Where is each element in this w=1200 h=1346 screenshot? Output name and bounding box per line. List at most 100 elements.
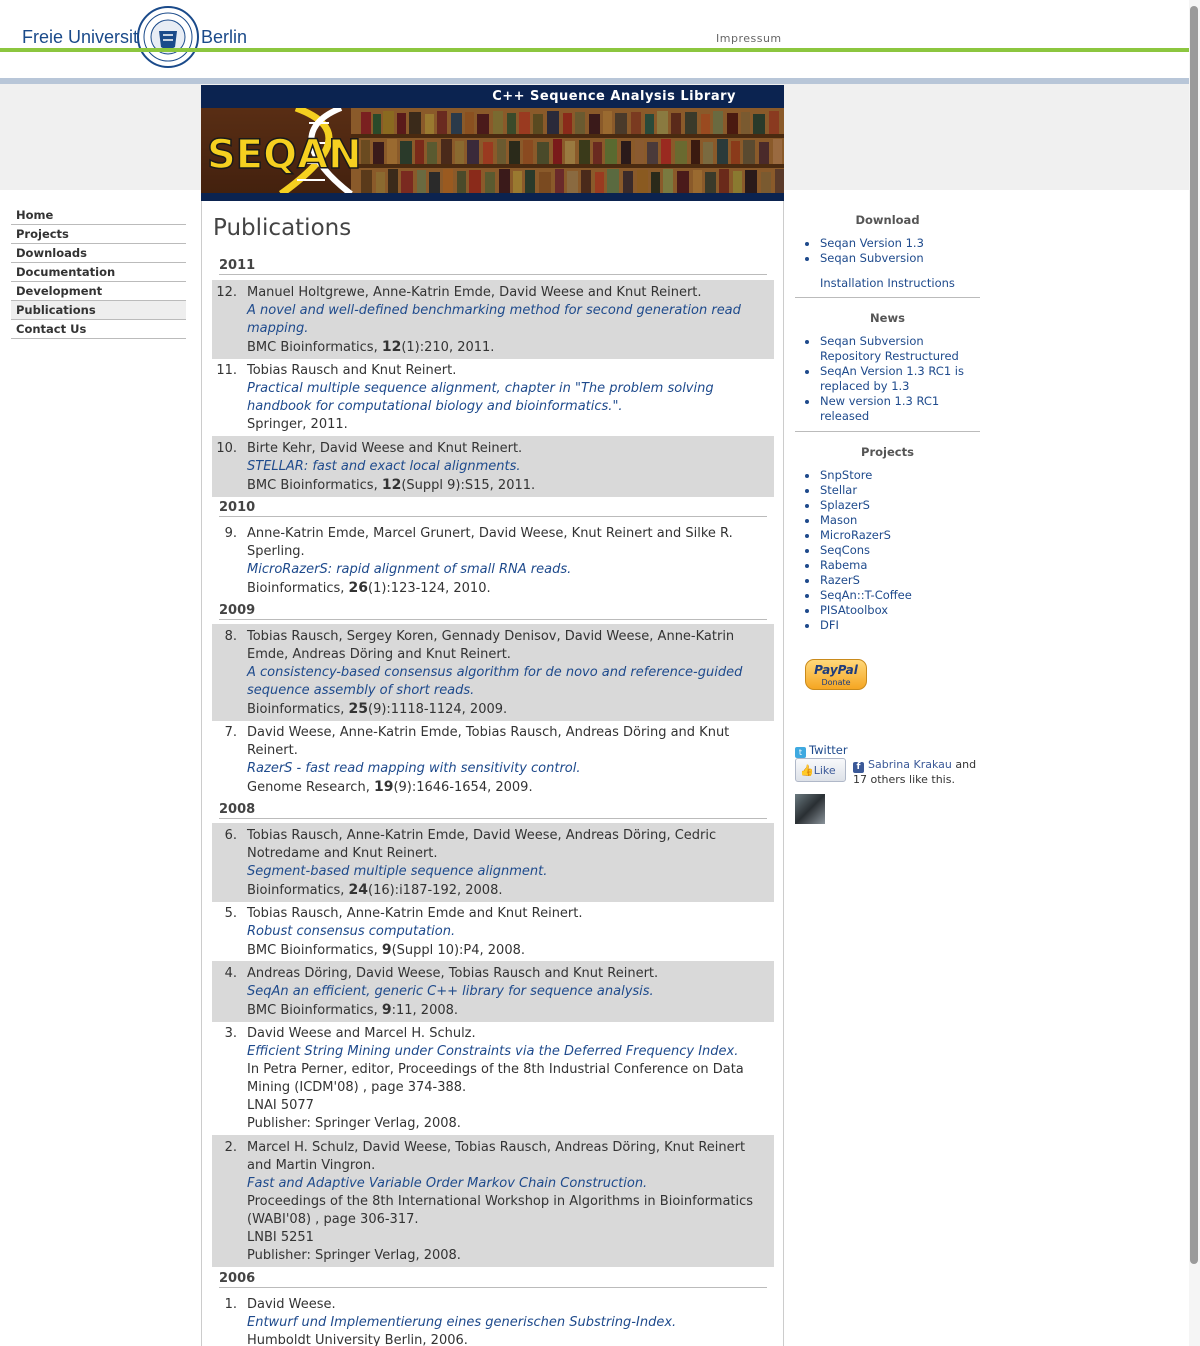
publication-venue: BMC Bioinformatics, 12(1):210, 2011.	[247, 338, 770, 357]
nav-item-projects[interactable]: Projects	[11, 225, 186, 244]
seqan-logo-text: SEQAN	[207, 132, 362, 178]
venue-issue: (1):210, 2011.	[401, 340, 495, 355]
venue-issue: (Suppl 9):S15, 2011.	[401, 478, 536, 493]
facebook-like-button[interactable]: 👍Like	[795, 758, 846, 782]
publication-title-link[interactable]: RazerS - fast read mapping with sensitiv…	[247, 760, 770, 778]
paypal-logo-icon: PayPal	[814, 663, 858, 677]
venue-text: Bioinformatics,	[247, 883, 349, 898]
publication-title-link[interactable]: STELLAR: fast and exact local alignments…	[247, 458, 770, 476]
publication-title-link[interactable]: MicroRazerS: rapid alignment of small RN…	[247, 561, 770, 579]
project-link[interactable]: SplazerS	[795, 498, 980, 513]
nav-item-development[interactable]: Development	[11, 282, 186, 301]
right-sidebar: Download Seqan Version 1.3 Seqan Subversi…	[795, 201, 980, 824]
publication-extra: LNAI 5077	[247, 1098, 314, 1113]
fu-logo-text-left[interactable]: Freie Universität	[22, 27, 153, 48]
download-link[interactable]: Seqan Version 1.3	[795, 236, 980, 251]
facebook-icon: f	[853, 762, 864, 773]
publication-entry: 6. Tobias Rausch, Anne-Katrin Emde, David…	[212, 823, 774, 902]
venue-volume: 9	[381, 942, 392, 958]
publication-body: Marcel H. Schulz, David Weese, Tobias Ra…	[247, 1139, 770, 1265]
download-link[interactable]: Seqan Subversion	[795, 251, 980, 266]
venue-issue: (9):1646-1654, 2009.	[393, 780, 533, 795]
publication-title-link[interactable]: A consistency-based consensus algorithm …	[247, 664, 770, 700]
year-heading: 2009	[219, 603, 767, 620]
nav-item-contact-us[interactable]: Contact Us	[11, 320, 186, 339]
publication-entry: 2. Marcel H. Schulz, David Weese, Tobias …	[212, 1135, 774, 1267]
impressum-link[interactable]: Impressum	[716, 32, 782, 45]
project-link[interactable]: MicroRazerS	[795, 528, 980, 543]
venue-issue: (9):1118-1124, 2009.	[368, 702, 508, 717]
news-link[interactable]: SeqAn Version 1.3 RC1 is replaced by 1.3	[795, 364, 980, 394]
publication-body: Tobias Rausch, Anne-Katrin Emde, David W…	[247, 827, 770, 900]
university-seal-icon[interactable]	[137, 5, 199, 69]
publication-venue: Springer, 2011.	[247, 416, 770, 434]
project-link[interactable]: SnpStore	[795, 468, 980, 483]
year-heading: 2006	[219, 1271, 767, 1288]
scrollbar-thumb[interactable]	[1190, 6, 1198, 1264]
venue-text: Humboldt University Berlin, 2006.	[247, 1333, 468, 1346]
venue-text: Bioinformatics,	[247, 581, 349, 596]
venue-text: BMC Bioinformatics,	[247, 340, 382, 355]
venue-volume: 12	[381, 339, 402, 355]
venue-text: BMC Bioinformatics,	[247, 478, 382, 493]
publication-title-link[interactable]: Segment-based multiple sequence alignmen…	[247, 863, 770, 881]
venue-volume: 24	[348, 882, 368, 898]
publication-venue: BMC Bioinformatics, 9(Suppl 10):P4, 2008…	[247, 941, 770, 960]
nav-item-documentation[interactable]: Documentation	[11, 263, 186, 282]
top-bar: Freie Universität Berlin Impressum	[0, 0, 1200, 84]
project-link[interactable]: PISAtoolbox	[795, 603, 980, 618]
publication-extra: Publisher: Springer Verlag, 2008.	[247, 1116, 461, 1131]
news-heading: News	[870, 311, 905, 325]
publication-venue: BMC Bioinformatics, 12(Suppl 9):S15, 201…	[247, 476, 770, 495]
left-navigation: Home Projects Downloads Documentation Develo…	[11, 206, 186, 339]
venue-text: BMC Bioinformatics,	[247, 1003, 382, 1018]
publication-title-link[interactable]: Robust consensus computation.	[247, 923, 770, 941]
publication-entry: 12. Manuel Holtgrewe, Anne-Katrin Emde, D…	[212, 280, 774, 359]
facebook-friend-link[interactable]: Sabrina Krakau	[868, 758, 952, 771]
publication-authors: David Weese and Marcel H. Schulz.	[247, 1026, 476, 1041]
publication-number: 5.	[224, 906, 237, 921]
page-title: Publications	[213, 215, 352, 241]
publication-entry: 1. David Weese. Entwurf und Implementierun…	[212, 1292, 774, 1346]
project-link[interactable]: SeqCons	[795, 543, 980, 558]
project-link[interactable]: Mason	[795, 513, 980, 528]
publication-authors: David Weese.	[247, 1297, 336, 1312]
fu-logo-text-right[interactable]: Berlin	[201, 27, 247, 48]
publication-title-link[interactable]: Entwurf und Implementierung eines generi…	[247, 1314, 770, 1332]
twitter-link[interactable]: t Twitter	[795, 743, 848, 758]
news-link[interactable]: Seqan Subversion Repository Restructured	[795, 334, 980, 364]
publication-title-link[interactable]: A novel and well-defined benchmarking me…	[247, 302, 770, 338]
project-link[interactable]: Stellar	[795, 483, 980, 498]
nav-item-downloads[interactable]: Downloads	[11, 244, 186, 263]
publication-number: 12.	[216, 285, 237, 300]
facebook-avatar[interactable]	[795, 794, 825, 824]
publication-body: Tobias Rausch, Anne-Katrin Emde and Knut…	[247, 905, 770, 960]
news-link[interactable]: New version 1.3 RC1 released	[795, 394, 980, 424]
publication-entry: 5. Tobias Rausch, Anne-Katrin Emde and Kn…	[212, 901, 774, 962]
publication-body: Manuel Holtgrewe, Anne-Katrin Emde, Davi…	[247, 284, 770, 357]
publication-venue: In Petra Perner, editor, Proceedings of …	[247, 1061, 770, 1097]
nav-item-publications[interactable]: Publications	[11, 301, 186, 320]
publication-title-link[interactable]: Efficient String Mining under Constraint…	[247, 1043, 770, 1061]
publication-title-link[interactable]: Fast and Adaptive Variable Order Markov …	[247, 1175, 770, 1193]
project-link[interactable]: RazerS	[795, 573, 980, 588]
publication-title-link[interactable]: Practical multiple sequence alignment, c…	[247, 380, 770, 416]
installation-instructions-link[interactable]: Installation Instructions	[795, 276, 980, 290]
publication-body: Birte Kehr, David Weese and Knut Reinert…	[247, 440, 770, 495]
publication-entry: 7. David Weese, Anne-Katrin Emde, Tobias …	[212, 720, 774, 799]
venue-volume: 25	[348, 701, 368, 717]
project-link[interactable]: SeqAn::T-Coffee	[795, 588, 980, 603]
project-link[interactable]: Rabema	[795, 558, 980, 573]
publication-number: 4.	[224, 966, 237, 981]
publication-title-link[interactable]: SeqAn an efficient, generic C++ library …	[247, 983, 770, 1001]
project-link[interactable]: DFI	[795, 618, 980, 633]
nav-item-home[interactable]: Home	[11, 206, 186, 225]
year-heading: 2010	[219, 500, 767, 517]
publication-number: 2.	[224, 1140, 237, 1155]
paypal-donate-button[interactable]: PayPal Donate	[805, 659, 867, 690]
publication-authors: Tobias Rausch, Sergey Koren, Gennady Den…	[247, 629, 735, 662]
publication-number: 7.	[224, 725, 237, 740]
publication-authors: Andreas Döring, David Weese, Tobias Raus…	[247, 966, 659, 981]
year-heading: 2011	[219, 258, 767, 275]
publication-number: 1.	[224, 1297, 237, 1312]
